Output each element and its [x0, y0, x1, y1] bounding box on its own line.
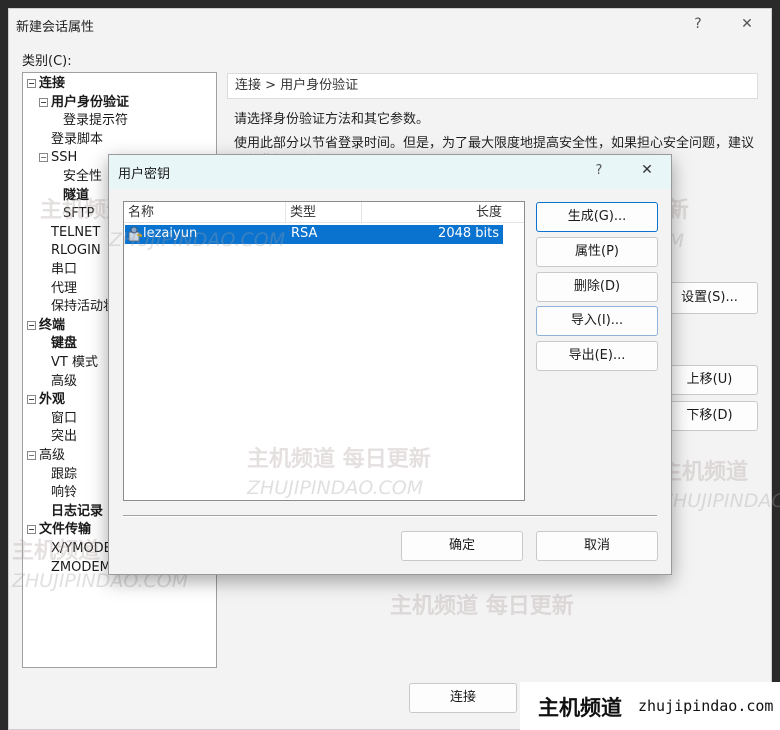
dialog-close-icon[interactable]: ✕	[637, 162, 657, 178]
tree-item[interactable]: − 外观	[27, 391, 65, 409]
tree-item-label: 用户身份验证	[51, 94, 130, 110]
panel-header: 连接 > 用户身份验证	[227, 73, 758, 99]
tree-item-label: 终端	[39, 317, 66, 333]
collapse-toggle-icon[interactable]: −	[27, 451, 36, 460]
generate-button[interactable]: 生成(G)...	[536, 202, 658, 232]
column-header-length[interactable]: 长度	[362, 202, 524, 223]
cancel-button[interactable]: 取消	[536, 531, 658, 561]
tree-item[interactable]: − SSH	[39, 149, 77, 167]
tree-item-label: 突出	[51, 429, 78, 445]
tree-item-label: 日志记录	[51, 503, 104, 519]
tree-item[interactable]: − 用户身份验证	[39, 94, 129, 112]
tree-item-label: 登录脚本	[51, 131, 104, 147]
dialog-help-icon[interactable]: ?	[589, 163, 609, 178]
tree-item-label: 外观	[39, 392, 66, 408]
column-header-type[interactable]: 类型	[286, 202, 362, 223]
tree-item[interactable]: − 终端	[27, 317, 65, 335]
connect-button[interactable]: 连接	[409, 683, 517, 713]
tree-item[interactable]: 串口	[39, 261, 77, 279]
collapse-toggle-icon[interactable]: −	[27, 79, 36, 88]
collapse-toggle-icon[interactable]: −	[39, 97, 48, 107]
delete-button[interactable]: 删除(D)	[536, 272, 658, 302]
tree-item-label: TELNET	[51, 224, 101, 240]
tree-item-label: 键盘	[51, 336, 78, 352]
dialog-separator	[123, 515, 657, 517]
watermark-url: ZHUJIPINDAO.COM	[247, 477, 424, 499]
tree-item-label: VT 模式	[51, 355, 98, 370]
tree-item-label: 跟踪	[51, 466, 78, 482]
tree-item-label: 登录提示符	[63, 113, 129, 129]
tree-item-label: 保持活动状	[51, 299, 117, 315]
move-down-button[interactable]: 下移(D)	[662, 401, 758, 431]
collapse-toggle-icon[interactable]: −	[27, 395, 36, 405]
user-key-dialog: 用户密钥 ? ✕ 名称 类型 长度 lezaiyun RSA 2048 bits…	[108, 154, 672, 575]
watermark-text: 主机频道	[660, 460, 749, 485]
help-icon[interactable]: ?	[682, 12, 714, 36]
properties-button[interactable]: 属性(P)	[536, 237, 658, 267]
tree-item[interactable]: − 连接	[27, 75, 65, 93]
window-title: 新建会话属性	[16, 20, 95, 35]
tree-item[interactable]: 登录提示符	[51, 112, 128, 130]
column-header-name[interactable]: 名称	[124, 202, 286, 223]
site-banner: 主机频道 zhujipindao.com	[520, 682, 780, 730]
tree-item[interactable]: 跟踪	[39, 466, 77, 484]
tree-item-label: 响铃	[51, 485, 78, 501]
tree-item[interactable]: 突出	[39, 428, 77, 446]
tree-item-label: 高级	[39, 448, 66, 463]
tree-item[interactable]: 键盘	[39, 335, 77, 353]
ok-button[interactable]: 确定	[401, 531, 523, 561]
tree-item-label: 安全性	[63, 169, 103, 184]
panel-description-2: 使用此部分以节省登录时间。但是，为了最大限度地提高安全性，如果担心安全问题，建议	[234, 136, 755, 151]
tree-item-label: RLOGIN	[51, 243, 101, 259]
tree-item[interactable]: − 高级	[27, 447, 65, 465]
tree-item[interactable]: 高级	[39, 373, 77, 391]
tree-item[interactable]: 日志记录	[39, 503, 103, 521]
banner-url: zhujipindao.com	[638, 697, 774, 715]
collapse-toggle-icon[interactable]: −	[27, 320, 36, 330]
dialog-title: 用户密钥	[118, 167, 171, 182]
tree-item-label: 串口	[51, 262, 78, 277]
tree-item[interactable]: 代理	[39, 280, 77, 298]
tree-item-label: 代理	[51, 280, 78, 296]
key-type: RSA	[291, 226, 318, 241]
tree-item[interactable]: RLOGIN	[39, 242, 101, 260]
dialog-titlebar	[109, 155, 671, 189]
import-button[interactable]: 导入(I)...	[536, 306, 658, 336]
tree-item-label: SSH	[51, 150, 78, 166]
tree-item[interactable]: 保持活动状	[39, 298, 116, 316]
export-button[interactable]: 导出(E)...	[536, 341, 658, 371]
banner-title: 主机频道	[538, 696, 622, 720]
tree-item[interactable]: TELNET	[39, 224, 100, 242]
watermark-url: ZHUJIPINDAO.COM	[660, 490, 780, 512]
tree-item[interactable]: 安全性	[51, 168, 102, 186]
category-label: 类别(C):	[22, 54, 72, 69]
close-icon[interactable]: ✕	[731, 12, 763, 36]
tree-item[interactable]: VT 模式	[39, 354, 98, 372]
collapse-toggle-icon[interactable]: −	[39, 153, 48, 163]
tree-item-label: 高级	[51, 373, 78, 389]
panel-description-1: 请选择身份验证方法和其它参数。	[234, 112, 430, 127]
tree-item[interactable]: 响铃	[39, 484, 77, 502]
tree-item[interactable]: 窗口	[39, 410, 77, 428]
watermark-text: 主机频道 每日更新	[247, 447, 431, 472]
watermark-url: ZHUJIPINDAO.COM	[109, 229, 286, 251]
desktop-background	[0, 0, 8, 730]
settings-button[interactable]: 设置(S)...	[662, 282, 758, 314]
tree-item[interactable]: 登录脚本	[39, 131, 103, 149]
tree-item-label: 连接	[39, 76, 66, 91]
watermark-text: 主机频道 每日更新	[390, 594, 574, 619]
tree-item-label: 窗口	[51, 410, 78, 426]
key-length: 2048 bits	[438, 226, 499, 241]
move-up-button[interactable]: 上移(U)	[662, 365, 758, 395]
